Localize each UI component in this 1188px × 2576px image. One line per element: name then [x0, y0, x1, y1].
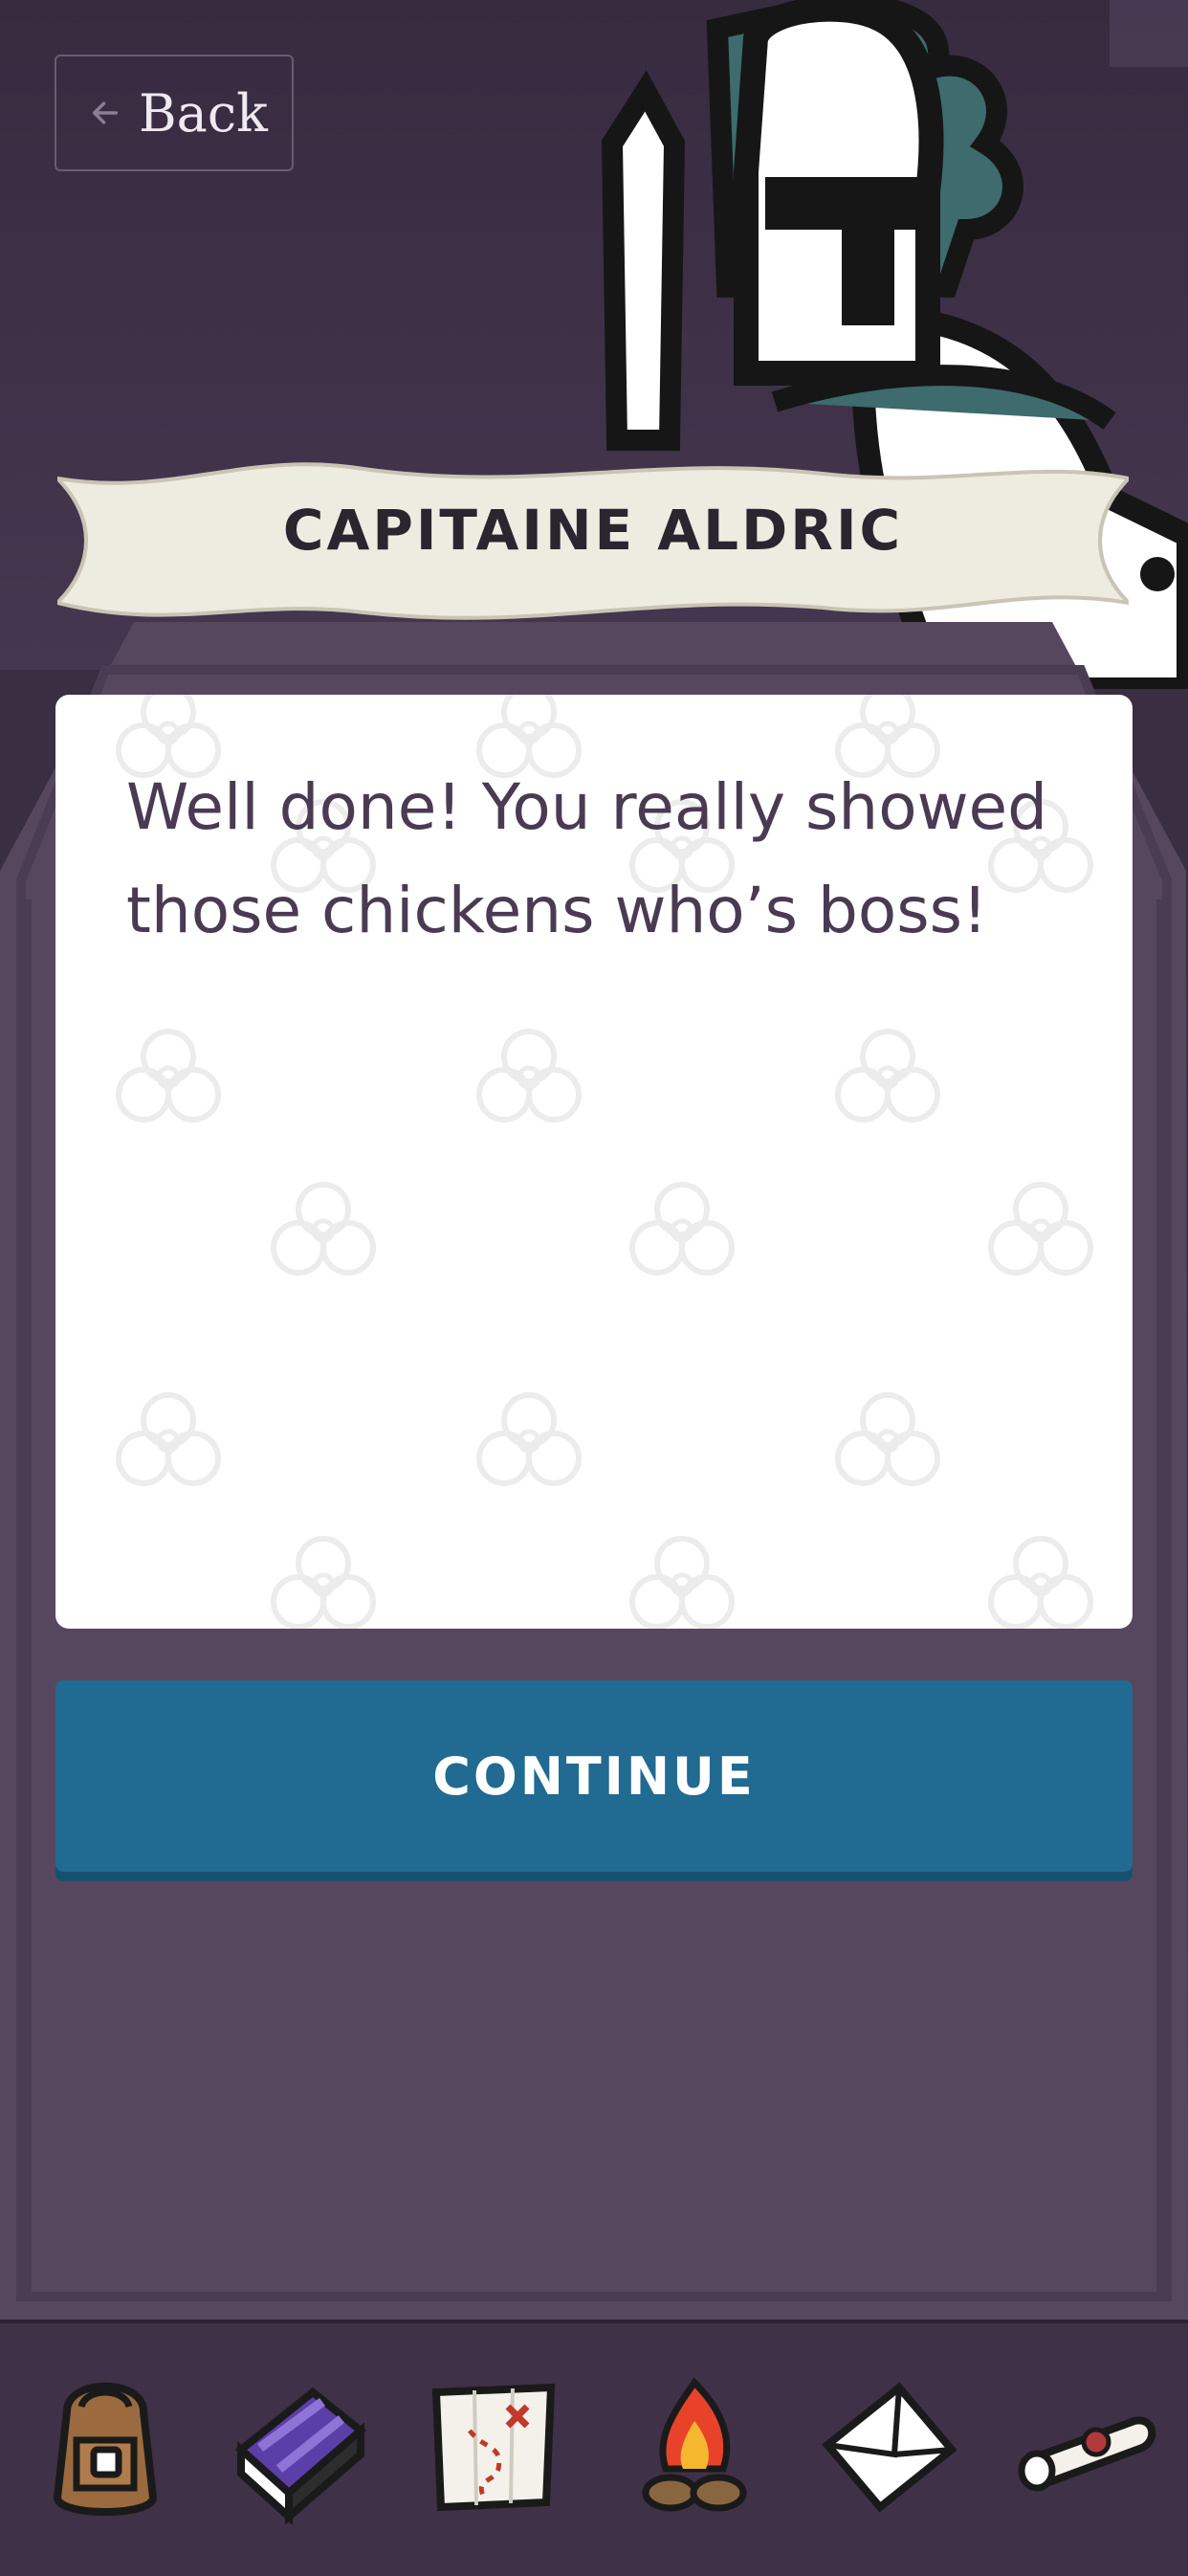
mail-button[interactable]: [813, 2364, 966, 2526]
continue-button[interactable]: CONTINUE: [55, 1680, 1133, 1872]
dialog-text: Well done! You really showed those chick…: [126, 770, 1048, 947]
book-icon: [234, 2387, 367, 2525]
map-button[interactable]: [417, 2364, 570, 2526]
treasure-map-icon: [431, 2383, 556, 2512]
backpack-button[interactable]: [29, 2364, 182, 2526]
envelope-icon: [822, 2382, 957, 2513]
backpack-icon: [53, 2382, 158, 2516]
dialog-box: Well done! You really showed those chick…: [55, 695, 1133, 1629]
scroll-icon: [1018, 2416, 1156, 2492]
book-button[interactable]: [222, 2364, 375, 2526]
campfire-button[interactable]: [618, 2364, 771, 2526]
speaker-name: CAPITAINE ALDRIC: [282, 498, 904, 563]
arrow-left-icon: [92, 101, 119, 124]
back-button[interactable]: Back: [55, 55, 294, 171]
continue-label: CONTINUE: [432, 1745, 756, 1807]
game-scene: Back CAPITAINE ALDRIC Well done! You rea…: [0, 0, 1188, 2576]
campfire-icon: [642, 2377, 747, 2512]
back-label: Back: [139, 82, 268, 144]
scroll-button[interactable]: [1010, 2364, 1163, 2526]
